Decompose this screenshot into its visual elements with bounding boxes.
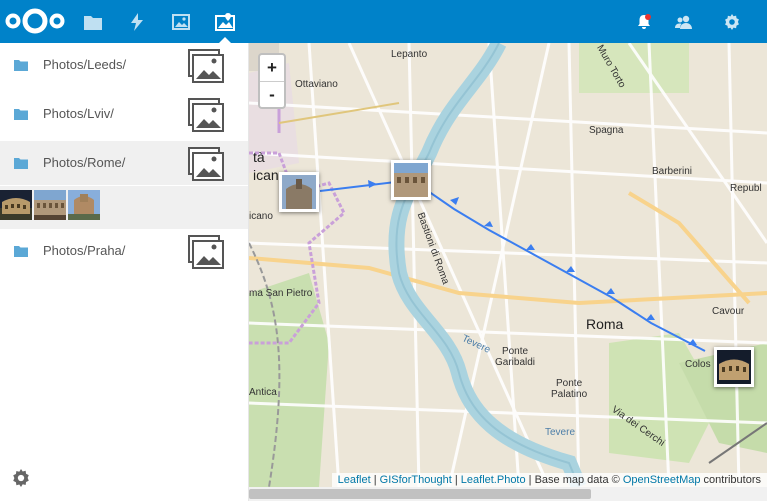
photo-marker[interactable] <box>714 347 754 387</box>
image-stack-icon <box>188 235 224 269</box>
map-label: ma San Pietro <box>249 288 313 299</box>
photo-thumbnail[interactable] <box>0 190 32 220</box>
folder-icon <box>14 158 28 169</box>
nextcloud-logo-icon[interactable] <box>4 6 66 36</box>
map-attribution: Leaflet | GISforThought | Leaflet.Photo … <box>331 473 767 487</box>
leaflet-photo-link[interactable]: Leaflet.Photo <box>461 474 526 486</box>
separator: | <box>451 474 461 486</box>
photo-thumbnail[interactable] <box>68 190 100 220</box>
separator: | <box>370 474 380 486</box>
map-label: Republ <box>730 183 762 194</box>
folder-icon <box>14 60 28 71</box>
scrollbar-thumb[interactable] <box>249 489 591 499</box>
album-item-rome[interactable]: Photos/Rome/ <box>0 141 248 185</box>
gallery-icon <box>172 13 190 30</box>
map-label: Barberini <box>652 166 693 177</box>
map-label: Ponte Garibaldi <box>495 346 536 368</box>
map-photos-icon <box>215 12 235 31</box>
album-thumbnail-strip <box>0 186 248 229</box>
base-map-text: | Base map data © <box>525 474 623 486</box>
photo-map[interactable]: Lepanto Ottaviano Muro Torto Spagna Barb… <box>249 43 767 487</box>
image-stack-icon <box>188 49 224 83</box>
leaflet-link[interactable]: Leaflet <box>338 474 371 486</box>
notification-bell-icon <box>638 13 651 29</box>
folder-icon <box>84 15 102 30</box>
top-header <box>0 0 767 43</box>
nav-activity[interactable] <box>115 0 159 43</box>
activity-icon <box>131 12 143 31</box>
map-label: Colos <box>685 359 711 370</box>
folder-icon <box>14 109 28 120</box>
album-label: Photos/Praha/ <box>43 243 126 258</box>
map-label: Antica <box>249 387 277 398</box>
image-stack-icon <box>188 147 224 181</box>
nav-gallery[interactable] <box>159 0 203 43</box>
gisforthought-link[interactable]: GISforThought <box>380 474 452 486</box>
map-label: Lepanto <box>391 49 428 60</box>
settings-button[interactable] <box>714 0 750 43</box>
contacts-icon <box>675 15 692 29</box>
map-label: icano <box>249 211 273 222</box>
album-item-leeds[interactable]: Photos/Leeds/ <box>0 43 248 87</box>
map-label: tà <box>253 149 265 165</box>
image-stack-icon <box>188 98 224 132</box>
horizontal-scrollbar[interactable] <box>249 487 767 501</box>
album-label: Photos/Leeds/ <box>43 57 127 72</box>
nav-photo-map[interactable] <box>203 0 247 43</box>
openstreetmap-link[interactable]: OpenStreetMap <box>623 474 701 486</box>
album-label: Photos/Lviv/ <box>43 106 114 121</box>
map-label: Roma <box>586 316 624 332</box>
contacts-button[interactable] <box>666 0 702 43</box>
album-item-lviv[interactable]: Photos/Lviv/ <box>0 92 248 136</box>
album-label: Photos/Rome/ <box>43 155 126 170</box>
map-label: Ponte Palatino <box>551 378 588 400</box>
notifications-button[interactable] <box>626 0 662 43</box>
photo-marker[interactable] <box>279 172 319 212</box>
map-label: Spagna <box>589 125 624 136</box>
map-label: Ottaviano <box>295 79 338 90</box>
settings-icon <box>725 13 739 30</box>
zoom-control: + - <box>258 53 286 109</box>
map-label: Cavour <box>712 306 745 317</box>
folder-icon <box>14 246 28 257</box>
contributors-text: contributors <box>700 474 761 486</box>
photo-marker[interactable] <box>391 160 431 200</box>
photo-thumbnail[interactable] <box>34 190 66 220</box>
nav-files[interactable] <box>71 0 115 43</box>
zoom-out-button[interactable]: - <box>260 81 284 107</box>
app-settings-gear-icon[interactable] <box>12 469 30 487</box>
album-sidebar: Photos/Leeds/ Photos/Lviv/ Photos/Rome/ … <box>0 43 249 501</box>
album-item-praha[interactable]: Photos/Praha/ <box>0 229 248 273</box>
map-label: Tevere <box>545 427 576 438</box>
map-tiles <box>249 43 767 487</box>
zoom-in-button[interactable]: + <box>260 55 284 81</box>
